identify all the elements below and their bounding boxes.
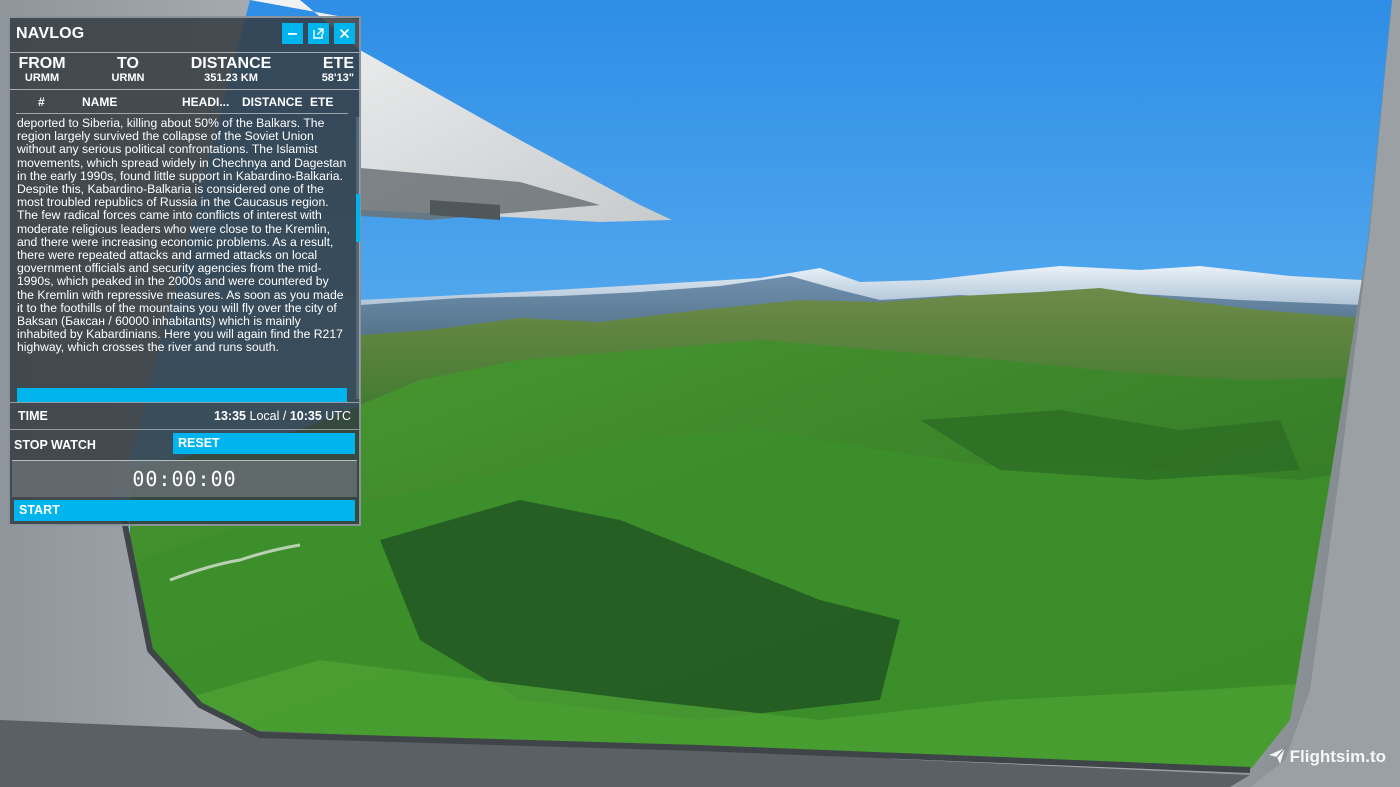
col-name[interactable]: NAME [82, 95, 117, 109]
ete-column: ETE 58'13" [310, 55, 354, 85]
waypoint-table-header: # NAME HEADI... DISTANCE ETE [16, 93, 348, 114]
from-label: FROM [18, 55, 66, 72]
panel-title: NAVLOG [16, 25, 85, 42]
close-icon [339, 28, 350, 39]
to-label: TO [117, 55, 139, 72]
time-row: TIME 13:35 Local / 10:35 UTC [10, 402, 359, 430]
navlog-panel: NAVLOG FROM URMM TO URMN DISTANCE 351.23… [8, 16, 361, 526]
col-ete[interactable]: ETE [310, 95, 333, 109]
time-value: 13:35 Local / 10:35 UTC [214, 409, 351, 423]
col-distance[interactable]: DISTANCE [242, 95, 302, 109]
from-column: FROM URMM [16, 55, 68, 85]
from-value: URMM [24, 72, 60, 84]
reset-button[interactable]: RESET [173, 433, 355, 454]
col-number[interactable]: # [38, 95, 45, 109]
stopwatch-label: STOP WATCH [14, 438, 96, 452]
watermark: Flightsim.to [1268, 747, 1386, 767]
popout-button[interactable] [308, 23, 329, 44]
start-button[interactable]: START [14, 500, 355, 521]
utc-time: 10:35 [289, 409, 322, 423]
col-heading[interactable]: HEADI... [182, 95, 229, 109]
minimize-button[interactable] [282, 23, 303, 44]
local-time: 13:35 [214, 409, 247, 423]
minus-icon [288, 33, 297, 35]
external-window-icon [313, 28, 324, 39]
watermark-text: Flightsim.to [1289, 747, 1386, 766]
ete-label: ETE [322, 55, 354, 72]
distance-label: DISTANCE [190, 55, 272, 72]
utc-label: UTC [325, 409, 351, 423]
route-summary: FROM URMM TO URMN DISTANCE 351.23 KM ETE… [10, 52, 359, 90]
stopwatch-display: 00:00:00 [12, 460, 357, 497]
time-label: TIME [18, 409, 48, 423]
close-button[interactable] [334, 23, 355, 44]
scrollbar-track[interactable] [356, 117, 360, 399]
to-value: URMN [111, 72, 145, 84]
navlog-titlebar[interactable]: NAVLOG [10, 18, 359, 50]
local-label: Local / [249, 409, 287, 423]
ete-value: 58'13" [321, 72, 354, 84]
distance-column: DISTANCE 351.23 KM [178, 55, 284, 85]
scrollbar-thumb[interactable] [356, 194, 360, 242]
distance-value: 351.23 KM [204, 72, 258, 84]
selected-waypoint-row[interactable] [17, 388, 347, 402]
paper-plane-icon [1268, 747, 1286, 764]
to-column: TO URMN [104, 55, 152, 85]
waypoint-description: deported to Siberia, killing about 50% o… [17, 117, 347, 355]
stopwatch-row: STOP WATCH RESET [10, 430, 359, 460]
